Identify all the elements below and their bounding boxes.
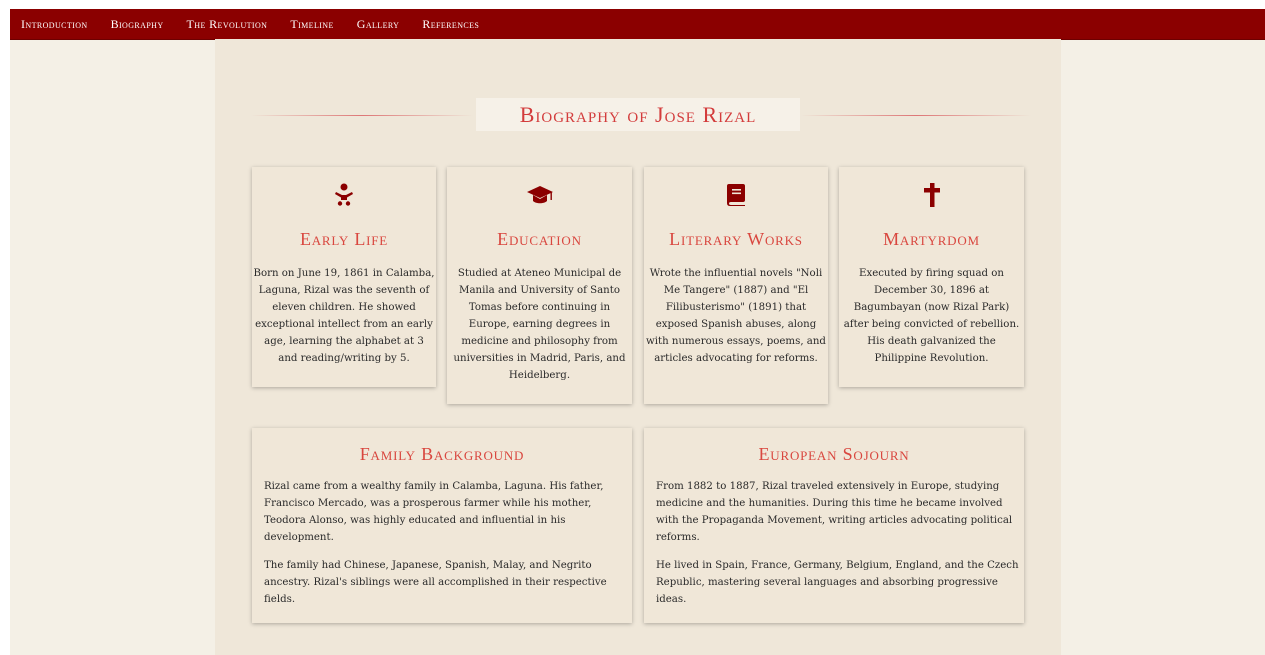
top-navbar: Introduction Biography The Revolution Ti… bbox=[10, 9, 1265, 40]
nav-references[interactable]: References bbox=[422, 17, 479, 32]
card-title: Family Background bbox=[359, 444, 525, 464]
graduation-cap-icon bbox=[447, 183, 632, 207]
card-text: Executed by firing squad on December 30,… bbox=[843, 268, 1020, 364]
card-title: Education bbox=[497, 229, 582, 249]
main-content: Biography of Jose Rizal Early Life Born … bbox=[215, 39, 1061, 655]
card-title: European Sojourn bbox=[758, 444, 910, 464]
card-paragraph: The family had Chinese, Japanese, Spanis… bbox=[264, 560, 607, 605]
card-early-life: Early Life Born on June 19, 1861 in Cala… bbox=[252, 167, 436, 387]
title-divider-right bbox=[801, 115, 1031, 116]
card-title: Martyrdom bbox=[883, 229, 980, 249]
card-title: Early Life bbox=[299, 229, 389, 249]
title-divider-left bbox=[251, 115, 473, 116]
page-title: Biography of Jose Rizal bbox=[476, 98, 800, 131]
card-text: Born on June 19, 1861 in Calamba, Laguna… bbox=[253, 268, 435, 364]
nav-timeline[interactable]: Timeline bbox=[290, 17, 333, 32]
baby-icon bbox=[252, 183, 436, 207]
card-paragraph: Rizal came from a wealthy family in Cala… bbox=[264, 481, 604, 543]
card-european-sojourn: European Sojourn From 1882 to 1887, Riza… bbox=[644, 428, 1024, 623]
card-education: Education Studied at Ateneo Municipal de… bbox=[447, 167, 632, 404]
nav-the-revolution[interactable]: The Revolution bbox=[187, 17, 268, 32]
nav-introduction[interactable]: Introduction bbox=[21, 17, 88, 32]
nav-gallery[interactable]: Gallery bbox=[357, 17, 400, 32]
card-martyrdom: Martyrdom Executed by firing squad on De… bbox=[839, 167, 1024, 387]
card-text: Studied at Ateneo Municipal de Manila an… bbox=[453, 268, 626, 381]
book-icon bbox=[644, 183, 828, 207]
card-paragraph: From 1882 to 1887, Rizal traveled extens… bbox=[656, 481, 1013, 543]
section-title-row: Biography of Jose Rizal bbox=[251, 98, 1031, 132]
card-literary-works: Literary Works Wrote the influential nov… bbox=[644, 167, 828, 404]
card-family-background: Family Background Rizal came from a weal… bbox=[252, 428, 632, 623]
cross-icon bbox=[839, 183, 1024, 207]
card-text: Wrote the influential novels "Noli Me Ta… bbox=[646, 268, 826, 364]
nav-biography[interactable]: Biography bbox=[111, 17, 164, 32]
page-frame: Introduction Biography The Revolution Ti… bbox=[10, 9, 1265, 655]
card-paragraph: He lived in Spain, France, Germany, Belg… bbox=[656, 560, 1019, 605]
card-title: Literary Works bbox=[669, 229, 803, 249]
